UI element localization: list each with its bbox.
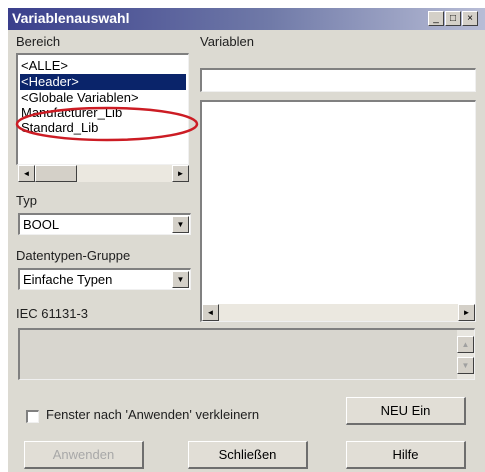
iec-description-box: ▲ ▼ bbox=[18, 328, 475, 380]
list-item[interactable]: <Header> bbox=[20, 74, 186, 90]
typ-value: BOOL bbox=[23, 217, 60, 232]
schliessen-button[interactable]: Schließen bbox=[188, 441, 308, 469]
variablen-label: Variablen bbox=[200, 34, 254, 49]
variablen-horizontal-scrollbar[interactable]: ◄ ► bbox=[202, 304, 475, 321]
datentypen-value: Einfache Typen bbox=[23, 272, 113, 287]
chevron-down-icon[interactable]: ▼ bbox=[172, 216, 189, 233]
variablen-list[interactable]: ◄ ► bbox=[200, 100, 476, 322]
datentypen-select[interactable]: Einfache Typen ▼ bbox=[18, 268, 191, 290]
title-bar[interactable]: Variablenauswahl _ □ × bbox=[8, 8, 485, 30]
scroll-down-icon[interactable]: ▼ bbox=[457, 357, 474, 374]
datentypen-label: Datentypen-Gruppe bbox=[16, 248, 131, 263]
chevron-down-icon[interactable]: ▼ bbox=[172, 271, 189, 288]
variablenauswahl-window: Variablenauswahl _ □ × Bereich <ALLE> <H… bbox=[8, 8, 485, 472]
verkleinern-checkbox[interactable] bbox=[26, 410, 39, 423]
scroll-right-icon[interactable]: ► bbox=[458, 304, 475, 321]
close-button[interactable]: × bbox=[462, 11, 478, 26]
variablen-filter-input[interactable] bbox=[200, 68, 476, 92]
iec-vertical-scrollbar[interactable]: ▲ ▼ bbox=[457, 330, 474, 379]
typ-label: Typ bbox=[16, 193, 37, 208]
iec-label: IEC 61131-3 bbox=[16, 306, 89, 321]
minimize-button[interactable]: _ bbox=[428, 11, 444, 26]
hilfe-button[interactable]: Hilfe bbox=[346, 441, 466, 469]
anwenden-button[interactable]: Anwenden bbox=[24, 441, 144, 469]
typ-select[interactable]: BOOL ▼ bbox=[18, 213, 191, 235]
scroll-left-icon[interactable]: ◄ bbox=[202, 304, 219, 321]
scroll-up-icon[interactable]: ▲ bbox=[457, 336, 474, 353]
highlight-ellipse bbox=[15, 106, 199, 142]
bereich-horizontal-scrollbar[interactable]: ◄ ► bbox=[18, 165, 189, 182]
scroll-right-icon[interactable]: ► bbox=[172, 165, 189, 182]
scroll-left-icon[interactable]: ◄ bbox=[18, 165, 35, 182]
scroll-thumb[interactable] bbox=[35, 165, 77, 182]
verkleinern-label: Fenster nach 'Anwenden' verkleinern bbox=[46, 407, 260, 422]
maximize-button[interactable]: □ bbox=[445, 11, 461, 26]
list-item[interactable]: <ALLE> bbox=[21, 58, 68, 74]
window-title: Variablenauswahl bbox=[12, 10, 130, 26]
neu-ein-button[interactable]: NEU Ein bbox=[346, 397, 466, 425]
bereich-label: Bereich bbox=[16, 34, 61, 49]
highlight-ellipse-shape bbox=[15, 106, 199, 142]
